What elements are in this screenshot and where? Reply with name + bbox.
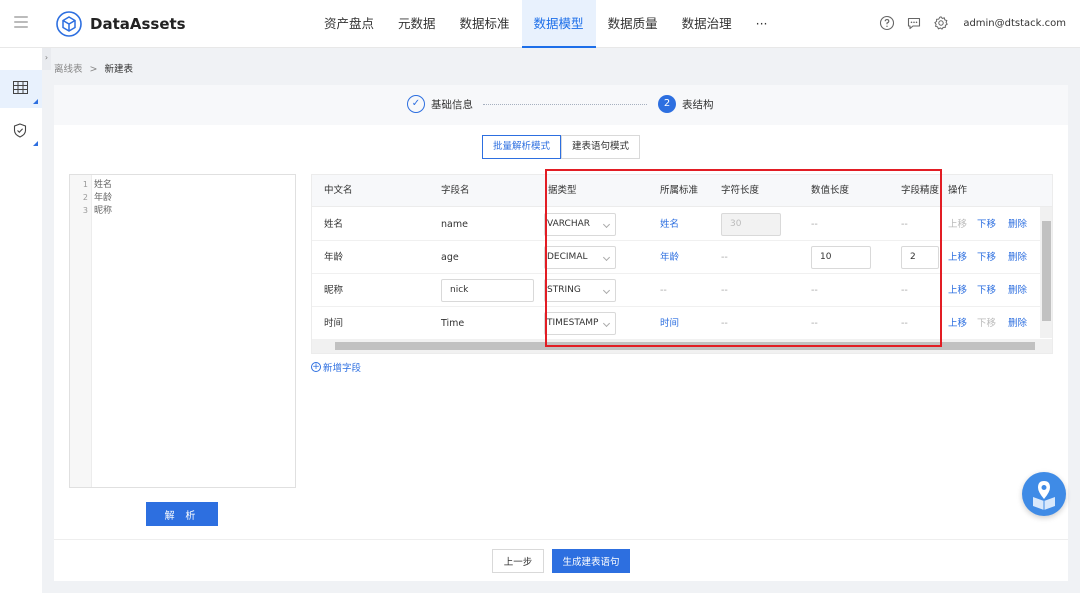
nav-item-asset-inventory[interactable]: 资产盘点 [312,0,386,48]
step-label: 表结构 [682,98,714,111]
shield-icon [13,123,27,138]
field-name-cell: age [441,252,459,263]
breadcrumb: 离线表 > 新建表 [54,61,133,75]
column-header: 中文名 [324,185,353,196]
column-header: 字段名 [441,185,470,196]
breadcrumb-separator: > [89,64,98,75]
tab-batch-parse[interactable]: 批量解析模式 [482,135,562,159]
step-number: 2 [658,95,676,113]
step-table-structure: 2 表结构 [658,95,714,113]
nav-item-more[interactable]: ··· [744,0,780,48]
cube-logo-icon [56,11,82,37]
add-field-button[interactable]: + 新增字段 [311,360,361,374]
main-panel: ✓ 基础信息 2 表结构 批量解析模式 建表语句模式 1 姓名 2 年龄 3 昵称 解… [54,85,1068,581]
gear-icon[interactable] [933,15,949,31]
map-pin-book-icon [1033,481,1055,510]
chevron-right-icon[interactable]: › [42,48,51,70]
plus-circle-icon: + [311,362,321,372]
editor-line: 2 年龄 [82,193,113,203]
move-up-button[interactable]: 上移 [948,307,967,340]
move-down-button[interactable]: 下移 [977,241,996,274]
breadcrumb-current: 新建表 [104,64,134,75]
vertical-scrollbar[interactable] [1040,207,1052,338]
line-number-gutter [70,175,92,487]
step-basic-info: ✓ 基础信息 [407,95,473,113]
main-nav: 资产盘点 元数据 数据标准 数据模型 数据质量 数据治理 ··· [312,0,780,48]
previous-step-button[interactable]: 上一步 [492,549,544,573]
sidebar [0,48,42,593]
delete-button[interactable]: 删除 [1008,307,1027,340]
footer-divider [54,539,1068,540]
move-up-button[interactable]: 上移 [948,208,967,241]
top-bar: DataAssets 资产盘点 元数据 数据标准 数据模型 数据质量 数据治理 … [0,0,1080,48]
step-label: 基础信息 [431,98,473,111]
field-name-cell: name [441,219,468,230]
field-name-editor[interactable]: 1 姓名 2 年龄 3 昵称 [69,174,296,488]
sidebar-item-tables[interactable] [0,70,42,108]
brand-name: DataAssets [90,15,186,33]
parse-button[interactable]: 解 析 [146,502,218,526]
submenu-indicator [33,141,38,146]
column-header: 操作 [948,185,968,196]
nav-item-metadata[interactable]: 元数据 [386,0,448,48]
nav-item-data-quality[interactable]: 数据质量 [596,0,670,48]
nav-item-data-governance[interactable]: 数据治理 [670,0,744,48]
breadcrumb-parent[interactable]: 离线表 [54,64,83,75]
cn-name-cell: 昵称 [324,285,344,296]
move-down-button[interactable]: 下移 [977,307,996,340]
editor-line: 3 昵称 [82,206,113,216]
message-icon[interactable] [906,15,922,31]
steps-bar: ✓ 基础信息 2 表结构 [54,85,1068,125]
editor-line: 1 姓名 [82,180,113,190]
mode-tabs: 批量解析模式 建表语句模式 [482,135,641,159]
top-right-tools: admin@dtstack.com [879,15,1066,31]
cn-name-cell: 年龄 [324,252,344,263]
delete-button[interactable]: 删除 [1008,241,1027,274]
nav-item-data-standard[interactable]: 数据标准 [448,0,522,48]
delete-button[interactable]: 删除 [1008,208,1027,241]
step-connector [483,104,647,105]
question-circle-icon[interactable] [879,15,895,31]
hamburger-icon[interactable] [14,16,28,28]
table-grid-icon [13,81,28,94]
annotation-highlight-box [545,169,942,347]
scrollbar-thumb[interactable] [1042,221,1051,321]
floating-help-button[interactable] [1022,472,1066,516]
move-up-button[interactable]: 上移 [948,241,967,274]
cn-name-cell: 时间 [324,318,344,329]
add-field-label: 新增字段 [323,363,362,374]
move-up-button[interactable]: 上移 [948,274,967,307]
move-down-button[interactable]: 下移 [977,208,996,241]
check-icon: ✓ [407,95,425,113]
field-name-input[interactable]: nick [441,279,534,302]
field-name-cell: Time [441,318,465,329]
tab-ddl-statement[interactable]: 建表语句模式 [561,135,641,159]
user-account[interactable]: admin@dtstack.com [963,18,1066,29]
move-down-button[interactable]: 下移 [977,274,996,307]
submenu-indicator [33,99,38,104]
nav-item-data-model[interactable]: 数据模型 [521,0,596,48]
sidebar-item-security[interactable] [0,112,42,150]
delete-button[interactable]: 删除 [1008,274,1027,307]
cn-name-cell: 姓名 [324,219,344,230]
generate-ddl-button[interactable]: 生成建表语句 [552,549,630,573]
